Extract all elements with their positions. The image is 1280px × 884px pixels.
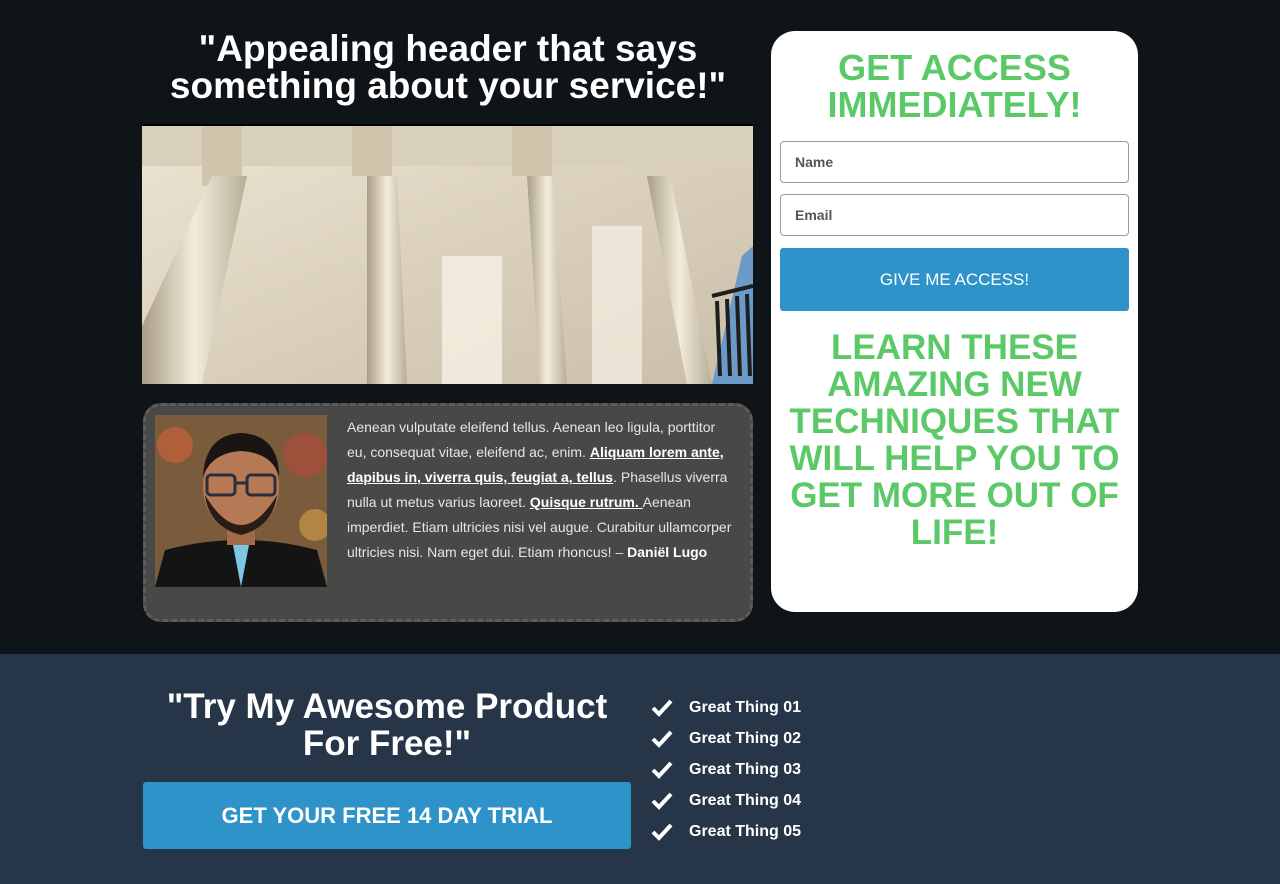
- check-icon: [651, 761, 673, 779]
- signup-card: GET ACCESS IMMEDIATELY! GIVE ME ACCESS! …: [771, 31, 1138, 612]
- benefit-list: Great Thing 01 Great Thing 02 Great Thin…: [651, 692, 801, 847]
- benefit-label: Great Thing 02: [689, 729, 802, 747]
- avatar: [155, 415, 327, 587]
- hero-section: "Appealing header that says something ab…: [0, 0, 1280, 654]
- signup-title: GET ACCESS IMMEDIATELY!: [827, 47, 1082, 125]
- benefit-label: Great Thing 01: [689, 698, 802, 716]
- benefit-item: Great Thing 02: [651, 723, 801, 754]
- give-me-access-button[interactable]: GIVE ME ACCESS!: [780, 248, 1129, 311]
- email-input[interactable]: [780, 194, 1129, 236]
- hero-image-columns: [142, 124, 753, 384]
- benefit-item: Great Thing 01: [651, 692, 801, 723]
- benefit-item: Great Thing 05: [651, 816, 801, 847]
- testimonial-link-2[interactable]: Quisque rutrum.: [530, 494, 643, 510]
- check-icon: [651, 730, 673, 748]
- testimonial-card: Aenean vulputate eleifend tellus. Aenean…: [143, 403, 753, 622]
- check-icon: [651, 823, 673, 841]
- benefit-label: Great Thing 03: [689, 760, 802, 778]
- check-icon: [651, 792, 673, 810]
- offer-title: "Try My Awesome Product For Free!": [166, 687, 608, 763]
- benefit-item: Great Thing 03: [651, 754, 801, 785]
- benefit-label: Great Thing 05: [689, 822, 802, 840]
- testimonial-text: Aenean vulputate eleifend tellus. Aenean…: [347, 419, 732, 560]
- free-trial-button[interactable]: GET YOUR FREE 14 DAY TRIAL: [143, 782, 631, 849]
- hero-headline: "Appealing header that says something ab…: [169, 28, 727, 106]
- name-input[interactable]: [780, 141, 1129, 183]
- testimonial-author: Daniël Lugo: [627, 544, 708, 560]
- benefit-label: Great Thing 04: [689, 791, 802, 809]
- check-icon: [651, 699, 673, 717]
- offer-section: "Try My Awesome Product For Free!" GET Y…: [0, 654, 1280, 884]
- benefit-item: Great Thing 04: [651, 785, 801, 816]
- signup-promo-text: LEARN THESE AMAZING NEW TECHNIQUES THAT …: [789, 328, 1120, 552]
